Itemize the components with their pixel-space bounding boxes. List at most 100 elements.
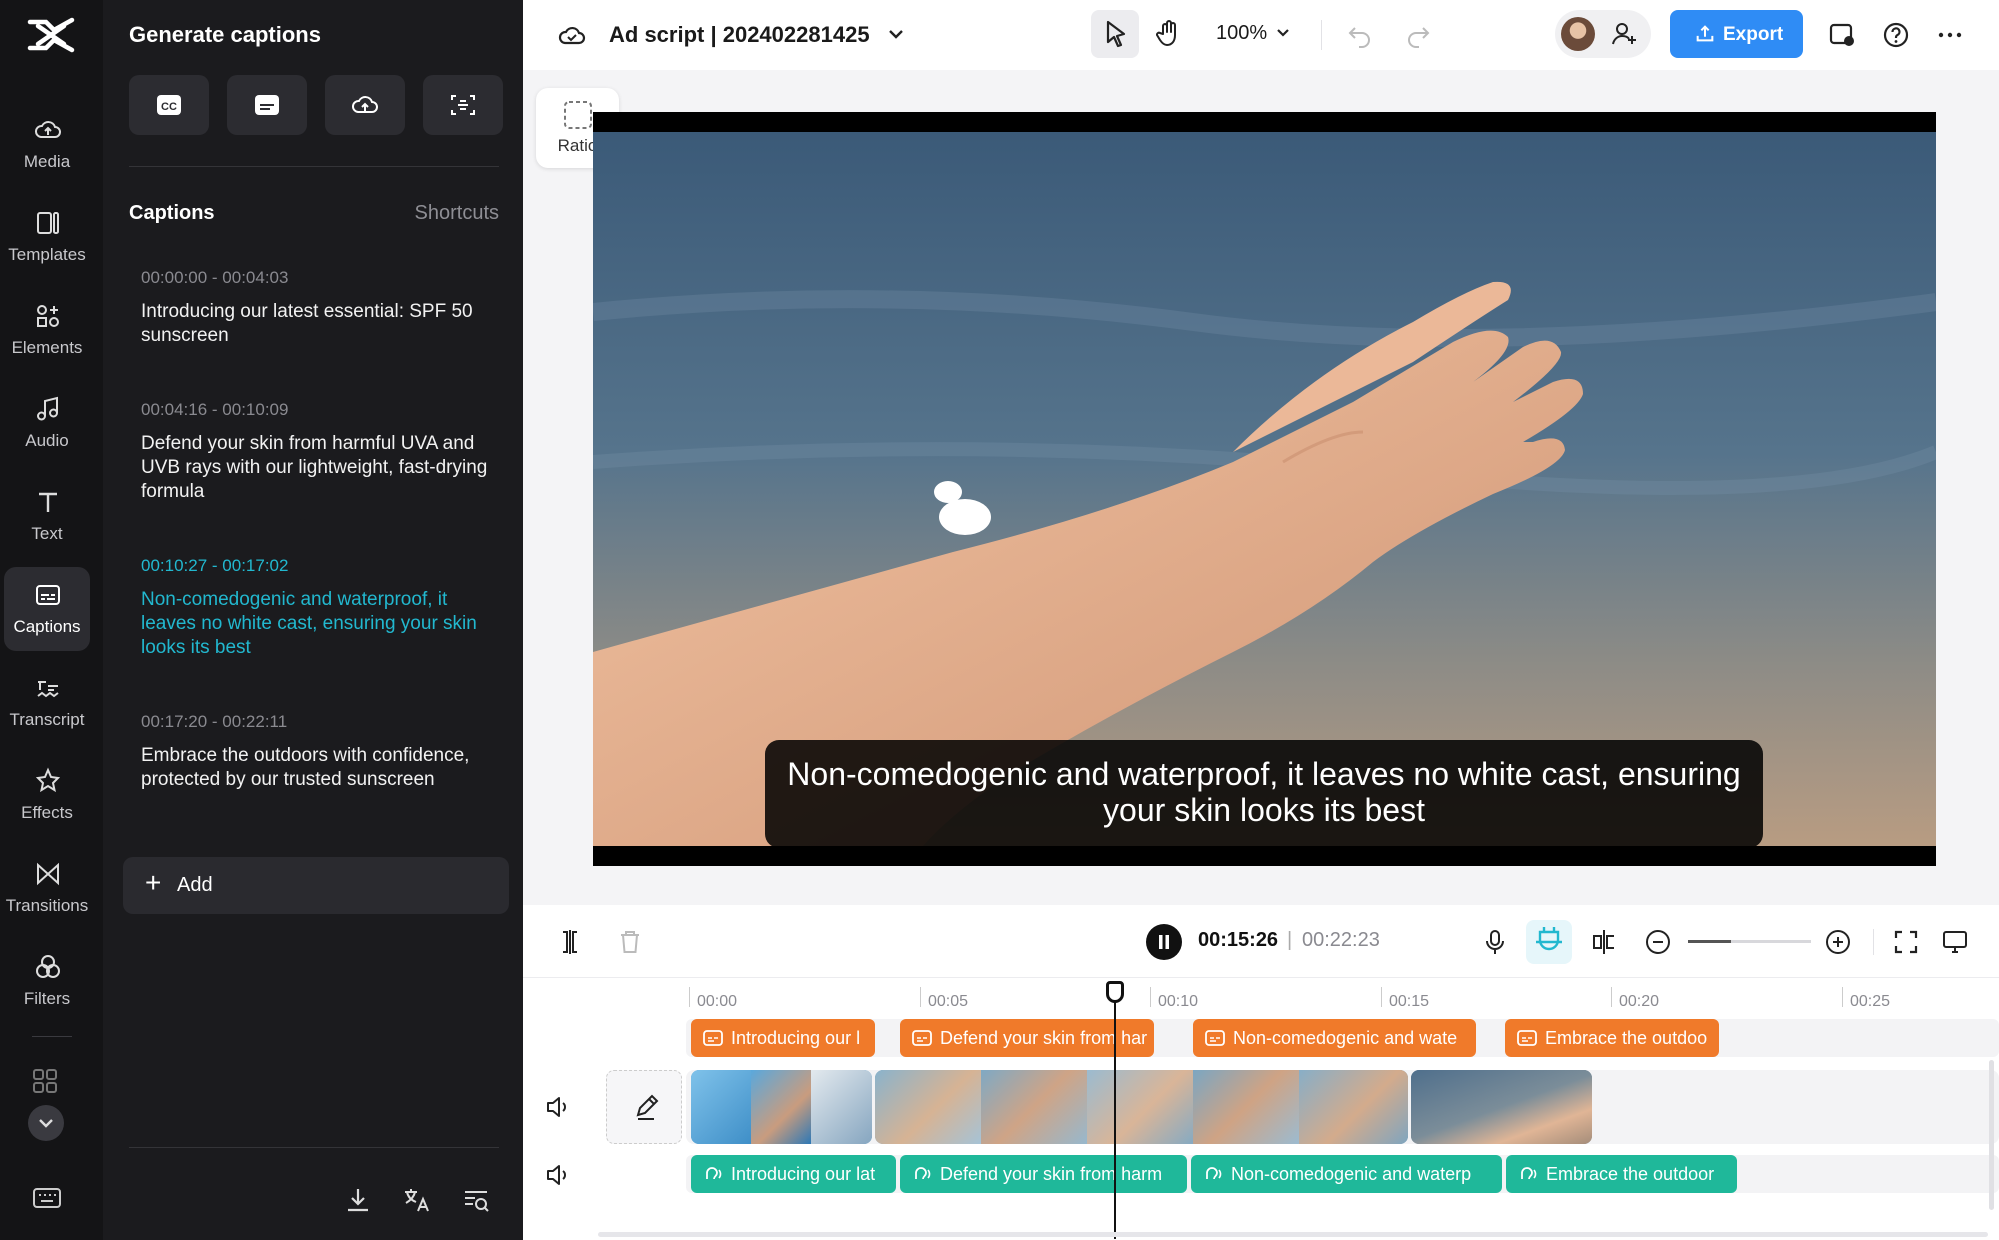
help-icon[interactable] [1881, 20, 1911, 50]
timeline-zoom-slider[interactable] [1688, 940, 1811, 943]
caption-time: 00:04:16 - 00:10:09 [141, 400, 289, 419]
pointer-icon [1106, 20, 1126, 48]
ruler-tick [920, 987, 921, 1007]
microphone-icon[interactable] [1480, 927, 1510, 957]
rail-item-audio[interactable]: Audio [4, 381, 90, 465]
edit-cover-button[interactable] [606, 1070, 682, 1144]
undo-icon[interactable] [1345, 20, 1375, 50]
subtitle-style-button[interactable] [227, 75, 307, 135]
caption-item[interactable]: 00:00:00 - 00:04:03 Introducing our late… [141, 268, 491, 348]
zoom-value: 100% [1216, 22, 1268, 44]
rail-item-filters[interactable]: Filters [4, 939, 90, 1023]
voiceover-clip[interactable]: Defend your skin from harm [900, 1155, 1187, 1193]
audio-track-volume-icon[interactable] [545, 1162, 571, 1188]
auto-detect-captions-button[interactable] [423, 75, 503, 135]
project-name[interactable]: Ad script | 202402281425 [609, 22, 870, 48]
apps-grid-icon[interactable] [32, 1068, 58, 1094]
voiceover-clip[interactable]: Introducing our lat [691, 1155, 896, 1193]
scan-icon [451, 95, 475, 115]
rail-item-templates[interactable]: Templates [4, 195, 90, 279]
upload-captions-button[interactable] [325, 75, 405, 135]
zoom-in-icon[interactable] [1823, 927, 1853, 957]
caption-item[interactable]: 00:04:16 - 00:10:09 Defend your skin fro… [141, 400, 491, 504]
monitor-icon[interactable] [1940, 927, 1970, 957]
split-clip-icon[interactable] [555, 927, 585, 957]
ruler-tick [1381, 987, 1382, 1007]
rail-item-elements[interactable]: Elements [4, 288, 90, 372]
caption-clip-label: Non-comedogenic and wate [1233, 1028, 1458, 1048]
video-track-volume-icon[interactable] [545, 1094, 571, 1120]
ruler-label: 00:10 [1158, 993, 1199, 1010]
rail-label: Captions [13, 617, 81, 636]
cc-icon [703, 1030, 723, 1046]
keyboard-icon[interactable] [32, 1186, 62, 1210]
select-tool-button[interactable] [1091, 10, 1139, 58]
export-button[interactable]: Export [1670, 10, 1803, 58]
video-thumbnail [751, 1070, 811, 1144]
caption-text[interactable]: Non-comedogenic and waterproof, it leave… [141, 588, 491, 660]
chevron-down-icon[interactable] [884, 22, 908, 46]
redo-icon[interactable] [1403, 20, 1433, 50]
playhead-line[interactable] [1114, 983, 1116, 1239]
app-window: Media Templates Elements Audio Text Capt… [0, 0, 1999, 1240]
expand-rail-button[interactable] [28, 1105, 64, 1141]
caption-text[interactable]: Introducing our latest essential: SPF 50… [141, 300, 491, 348]
timeline-vertical-scrollbar[interactable] [1989, 1060, 1994, 1210]
hand-tool-icon[interactable] [1154, 18, 1184, 48]
rail-item-effects[interactable]: Effects [4, 753, 90, 837]
captions-icon [36, 585, 60, 605]
panel-divider [129, 166, 499, 167]
effects-icon [35, 767, 61, 793]
magnet-snap-button[interactable] [1526, 920, 1572, 964]
cc-captions-button[interactable]: CC [129, 75, 209, 135]
avatar[interactable] [1561, 17, 1595, 51]
collaborators-group[interactable] [1555, 10, 1651, 58]
caption-time: 00:17:20 - 00:22:11 [141, 712, 288, 731]
more-options-icon[interactable] [1935, 20, 1965, 50]
rail-item-text[interactable]: Text [4, 474, 90, 558]
chevron-down-icon [39, 1119, 53, 1128]
caption-clip-active[interactable]: Non-comedogenic and wate [1193, 1019, 1476, 1057]
split-screen-icon[interactable] [1589, 927, 1619, 957]
caption-item[interactable]: 00:17:20 - 00:22:11 Embrace the outdoors… [141, 712, 491, 792]
rail-item-captions[interactable]: Captions [4, 567, 90, 651]
cloud-sync-icon[interactable] [557, 20, 587, 50]
caption-text[interactable]: Embrace the outdoors with confidence, pr… [141, 744, 491, 792]
caption-text[interactable]: Defend your skin from harmful UVA and UV… [141, 432, 491, 504]
delete-icon[interactable] [615, 927, 645, 957]
video-preview[interactable]: Non-comedogenic and waterproof, it leave… [593, 112, 1936, 866]
rail-item-media[interactable]: Media [4, 102, 90, 186]
pause-button[interactable] [1146, 924, 1182, 960]
playhead-handle[interactable] [1106, 981, 1124, 1003]
preview-canvas: Ratio Non-comedogenic and waterproof, it… [523, 70, 1999, 905]
video-frame [593, 132, 1936, 846]
video-thumbnail [1299, 1070, 1408, 1144]
current-time: 00:15:26 [1198, 929, 1279, 951]
add-caption-button[interactable]: + Add [123, 857, 509, 914]
video-clip[interactable] [691, 1070, 872, 1144]
time-separator: | [1287, 929, 1293, 951]
voiceover-clip[interactable]: Embrace the outdoor [1506, 1155, 1737, 1193]
rail-item-transcript[interactable]: Transcript [4, 660, 90, 744]
filters-icon [36, 955, 60, 978]
capcut-logo-icon[interactable] [24, 14, 78, 56]
shortcuts-link[interactable]: Shortcuts [415, 202, 499, 225]
video-subtitle[interactable]: Non-comedogenic and waterproof, it leave… [765, 740, 1763, 848]
voice-icon [706, 1167, 722, 1180]
zoom-out-icon[interactable] [1643, 927, 1673, 957]
download-icon[interactable] [343, 1185, 373, 1215]
voiceover-clip-label: Introducing our lat [731, 1164, 876, 1184]
zoom-dropdown[interactable]: 100% [1216, 22, 1293, 45]
caption-item-active[interactable]: 00:10:27 - 00:17:02 Non-comedogenic and … [141, 556, 491, 660]
video-clip[interactable] [1411, 1070, 1592, 1144]
fullscreen-icon[interactable] [1891, 927, 1921, 957]
timeline-scrollbar[interactable] [598, 1232, 1988, 1237]
feedback-icon[interactable] [1827, 20, 1857, 50]
caption-clip[interactable]: Introducing our l [691, 1019, 875, 1057]
video-clip[interactable] [875, 1070, 1408, 1144]
caption-clip[interactable]: Embrace the outdoo [1505, 1019, 1719, 1057]
rail-item-transitions[interactable]: Transitions [4, 846, 90, 930]
search-captions-icon[interactable] [461, 1185, 491, 1215]
voiceover-clip[interactable]: Non-comedogenic and waterp [1191, 1155, 1502, 1193]
translate-icon[interactable] [402, 1185, 432, 1215]
